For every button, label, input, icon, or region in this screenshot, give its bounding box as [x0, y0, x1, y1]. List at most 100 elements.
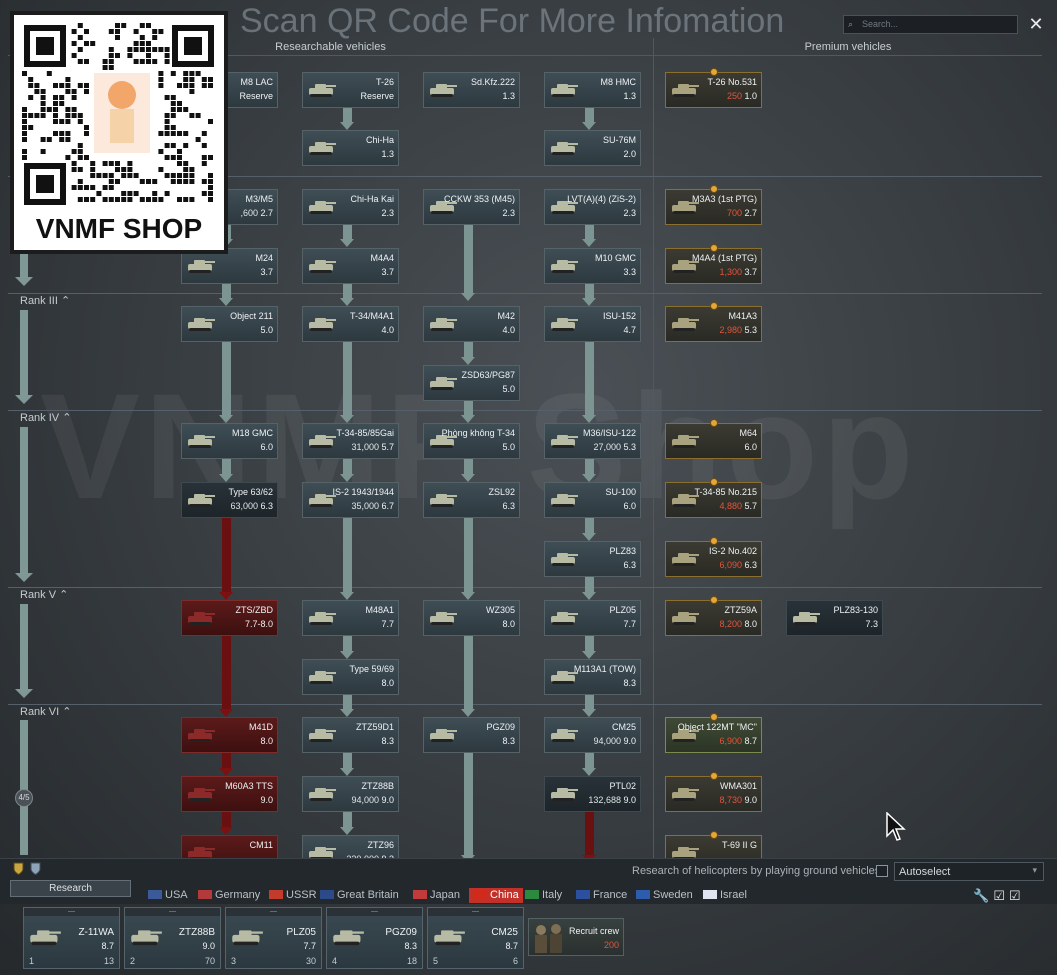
vehicle-card-wz305[interactable]: WZ305 8.0: [423, 600, 520, 636]
vehicle-card-isu152[interactable]: ISU-152 4.7: [544, 306, 641, 342]
vehicle-card-t26no531[interactable]: T-26 No.531 250 1.0: [665, 68, 762, 108]
vehicle-card-plz83130[interactable]: PLZ83-130 7.3: [786, 600, 883, 636]
close-button[interactable]: ✕: [1025, 13, 1047, 35]
vehicle-card-t26[interactable]: T-26 Reserve: [302, 72, 399, 108]
vehicle-card-m36isu[interactable]: M36/ISU-122 27,000 5.3: [544, 423, 641, 459]
vehicle-card-ztz59a[interactable]: ZTZ59A 8,200 8.0: [665, 596, 762, 636]
rank-label[interactable]: Rank VI ⌃: [20, 705, 71, 718]
vehicle-card-m41d[interactable]: M41D 8.0: [181, 717, 278, 753]
wrench-icon[interactable]: 🔧: [973, 888, 993, 903]
vehicle-card-ztz59d1[interactable]: ZTZ59D1 8.3: [302, 717, 399, 753]
search-input[interactable]: Search...: [843, 15, 1018, 34]
vehicle-card-ztz88b[interactable]: ZTZ88B 94,000 9.0: [302, 776, 399, 812]
vehicle-card-m41a3[interactable]: M41A3 2,980 5.3: [665, 302, 762, 342]
nation-tab-great-britain[interactable]: Great Britain: [320, 888, 399, 903]
qr-module: [183, 197, 189, 202]
vehicle-card-zsl92[interactable]: ZSL92 6.3: [423, 482, 520, 518]
vehicle-card-m60a3tts[interactable]: M60A3 TTS 9.0: [181, 776, 278, 812]
nation-tab-usa[interactable]: USA: [148, 888, 188, 903]
tank-icon: [309, 612, 336, 625]
tree-arrow: [219, 827, 233, 835]
vehicle-card-phongkhong[interactable]: Phòng không T-34 5.0: [423, 423, 520, 459]
qr-module: [59, 101, 65, 106]
nation-tab-china[interactable]: China: [469, 888, 523, 903]
crew-slot[interactable]: — ZTZ88B 9.0 2 70: [124, 907, 221, 969]
crew-slot[interactable]: — CM25 8.7 5 6: [427, 907, 524, 969]
rank-label[interactable]: Rank IV ⌃: [20, 411, 71, 424]
vehicle-card-chiha[interactable]: Chi-Ha 1.3: [302, 130, 399, 166]
tree-arrow: [582, 122, 596, 130]
vehicle-card-obj211[interactable]: Object 211 5.0: [181, 306, 278, 342]
crew-slot[interactable]: — PLZ05 7.7 3 30: [225, 907, 322, 969]
vehicle-card-m48a1[interactable]: M48A1 7.7: [302, 600, 399, 636]
check-icon[interactable]: ☑: [1009, 888, 1025, 903]
vehicle-card-chihakai[interactable]: Chi-Ha Kai 2.3: [302, 189, 399, 225]
tree-arrow: [340, 239, 354, 247]
vehicle-br: Reserve: [239, 91, 273, 101]
qr-module: [152, 47, 158, 52]
vehicle-card-t3485gai[interactable]: T-34-85/85Gai 31,000 5.7: [302, 423, 399, 459]
vehicle-card-m3a3ptg[interactable]: M3A3 (1st PTG) 700 2.7: [665, 185, 762, 225]
vehicle-card-sdkfz222[interactable]: Sd.Kfz.222 1.3: [423, 72, 520, 108]
vehicle-card-plz83[interactable]: PLZ83 6.3: [544, 541, 641, 577]
vehicle-card-su100[interactable]: SU-100 6.0: [544, 482, 641, 518]
vehicle-card-m18gmc[interactable]: M18 GMC 6.0: [181, 423, 278, 459]
tank-icon: [672, 553, 699, 566]
crew-slot[interactable]: — Z-11WA 8.7 1 13: [23, 907, 120, 969]
nation-tab-japan[interactable]: Japan: [413, 888, 460, 903]
autoselect-dropdown[interactable]: Autoselect ▾: [894, 862, 1044, 881]
vehicle-br: 5.0: [502, 442, 515, 452]
nation-tab-germany[interactable]: Germany: [198, 888, 260, 903]
vehicle-cost: 1,300: [719, 267, 742, 277]
qr-module: [115, 197, 120, 202]
qr-module: [22, 113, 27, 118]
nation-tab-ussr[interactable]: USSR: [269, 888, 317, 903]
vehicle-card-m4a4ptg[interactable]: M4A4 (1st PTG) 1,300 3.7: [665, 244, 762, 284]
vehicle-card-is21943[interactable]: IS-2 1943/1944 35,000 6.7: [302, 482, 399, 518]
nation-tab-italy[interactable]: Italy: [525, 888, 562, 903]
vehicle-card-m8hmc[interactable]: M8 HMC 1.3: [544, 72, 641, 108]
column-divider: [653, 38, 654, 858]
vehicle-card-m42[interactable]: M42 4.0: [423, 306, 520, 342]
rank-progress-bar: [20, 250, 28, 277]
vehicle-card-plz05[interactable]: PLZ05 7.7: [544, 600, 641, 636]
vehicle-card-obj122mt[interactable]: Object 122MT "MC" 6,900 8.7: [665, 713, 762, 753]
vehicle-card-t34m4a1[interactable]: T-34/M4A1 4.0: [302, 306, 399, 342]
qr-module: [84, 89, 89, 94]
rank-label[interactable]: Rank III ⌃: [20, 294, 70, 307]
vehicle-card-wma301[interactable]: WMA301 8,730 9.0: [665, 772, 762, 812]
vehicle-card-m10gmc[interactable]: M10 GMC 3.3: [544, 248, 641, 284]
tree-arrow: [461, 415, 475, 423]
vehicle-card-is2no402[interactable]: IS-2 No.402 6,090 6.3: [665, 537, 762, 577]
qr-module: [208, 155, 213, 160]
qr-module: [53, 119, 58, 124]
rank-label[interactable]: Rank V ⌃: [20, 588, 68, 601]
vehicle-card-lvt[interactable]: LVT(A)(4) (ZiS-2) 2.3: [544, 189, 641, 225]
nation-tab-sweden[interactable]: Sweden: [636, 888, 693, 903]
tank-icon: [309, 788, 336, 801]
vehicle-card-cm25[interactable]: CM25 94,000 9.0: [544, 717, 641, 753]
vehicle-card-pgz09[interactable]: PGZ09 8.3: [423, 717, 520, 753]
heli-research-checkbox[interactable]: [876, 865, 888, 877]
qr-module: [84, 125, 89, 130]
nation-tab-israel[interactable]: Israel: [703, 888, 747, 903]
vehicle-card-type6362[interactable]: Type 63/62 63,000 6.3: [181, 482, 278, 518]
vehicle-card-m64[interactable]: M64 6.0: [665, 419, 762, 459]
vehicle-card-type5969[interactable]: Type 59/69 8.0: [302, 659, 399, 695]
nation-tab-france[interactable]: France: [576, 888, 627, 903]
vehicle-card-su76m[interactable]: SU-76M 2.0: [544, 130, 641, 166]
vehicle-card-cckw[interactable]: CCKW 353 (M45) 2.3: [423, 189, 520, 225]
vehicle-cost: 63,000: [230, 501, 258, 511]
qr-module: [77, 113, 83, 118]
recruit-crew-slot[interactable]: Recruit crew 200: [528, 918, 624, 956]
vehicle-card-m113tow[interactable]: M113A1 (TOW) 8.3: [544, 659, 641, 695]
vehicle-card-ztszbd[interactable]: ZTS/ZBD 7.7-8.0: [181, 600, 278, 636]
vehicle-card-ptl02[interactable]: PTL02 132,688 9.0: [544, 776, 641, 812]
qr-module: [77, 23, 83, 28]
crew-slot[interactable]: — PGZ09 8.3 4 18: [326, 907, 423, 969]
vehicle-card-m4a4[interactable]: M4A4 3.7: [302, 248, 399, 284]
vehicle-card-t3485no215[interactable]: T-34-85 No.215 4,880 5.7: [665, 478, 762, 518]
vehicle-card-zsd63[interactable]: ZSD63/PG87 5.0: [423, 365, 520, 401]
research-button[interactable]: Research: [10, 880, 131, 897]
check-icon[interactable]: ☑: [993, 888, 1009, 903]
